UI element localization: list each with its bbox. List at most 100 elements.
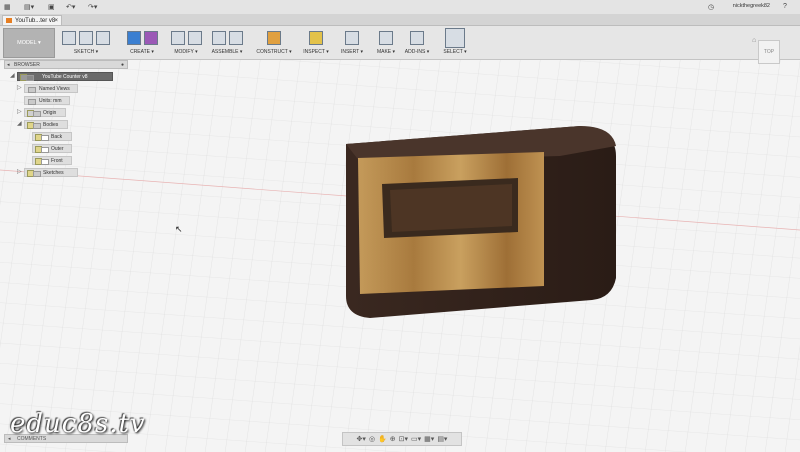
ribbon-group-make[interactable]: MAKE ▾: [373, 28, 399, 58]
workspace-switcher[interactable]: MODEL ▾: [3, 28, 55, 58]
body-icon: [41, 147, 49, 153]
redo-icon[interactable]: ↷▾: [88, 3, 97, 11]
create-label: CREATE: [130, 49, 150, 55]
3d-print-icon: [379, 31, 393, 45]
assemble-label: ASSEMBLE: [211, 49, 239, 55]
document-tab[interactable]: YouTub...ter v8 ×: [2, 15, 62, 25]
document-tab-label: YouTub...ter v8: [15, 18, 56, 24]
zoom-icon[interactable]: ⊕: [390, 435, 396, 443]
display-settings-icon[interactable]: ▭▾: [411, 435, 421, 443]
ribbon-group-select[interactable]: SELECT ▾: [441, 28, 469, 58]
application-bar: ▦ ▤▾ ▣ ↶▾ ↷▾ ◷ nickthegreek82 ?: [0, 0, 800, 15]
expand-sketches-icon[interactable]: ▷: [17, 168, 22, 175]
view-cube-face-label: TOP: [763, 49, 775, 55]
tree-item-label: Units: mm: [39, 98, 62, 104]
tree-item-label: Front: [51, 158, 63, 164]
pan-icon[interactable]: ✋: [378, 435, 387, 443]
body-icon: [41, 135, 49, 141]
model-enclosure[interactable]: [346, 126, 616, 318]
workspace-label: MODEL: [17, 40, 37, 46]
ribbon-group-sketch[interactable]: SKETCH ▾: [60, 28, 112, 58]
clock-icon[interactable]: ◷: [708, 3, 714, 11]
orbit-icon[interactable]: ✥▾: [357, 435, 366, 443]
make-label: MAKE: [376, 49, 392, 55]
sketch-icon: [62, 31, 76, 45]
tree-item-label: Origin: [43, 110, 57, 116]
tree-item-label: Sketches: [43, 170, 64, 176]
tree-item-label: Back: [51, 134, 63, 140]
new-component-icon: [211, 31, 226, 45]
grid-settings-icon[interactable]: ▦▾: [424, 435, 434, 443]
fit-icon[interactable]: ⊡▾: [399, 435, 408, 443]
select-label: SELECT: [443, 49, 463, 55]
app-grid-icon[interactable]: ▦: [4, 3, 11, 11]
display-window-inner: [390, 184, 512, 232]
help-icon[interactable]: ?: [783, 3, 787, 10]
create-form-icon: [143, 31, 158, 45]
sketch-label: SKETCH: [73, 49, 95, 55]
save-icon[interactable]: ▣: [48, 3, 55, 11]
select-cursor-icon: [445, 28, 465, 48]
document-icon: [6, 18, 12, 23]
home-view-icon[interactable]: ⌂: [752, 37, 756, 44]
file-menu-icon[interactable]: ▤▾: [24, 3, 34, 11]
tree-item-bodies[interactable]: Bodies: [24, 120, 68, 129]
add-ins-label: ADD-INS: [404, 49, 426, 55]
folder-icon: [33, 123, 41, 129]
tree-item-label: Bodies: [43, 122, 59, 128]
ribbon-group-modify[interactable]: MODIFY ▾: [168, 28, 204, 58]
ribbon-toolbar: MODEL ▾ SKETCH ▾ CREATE ▾ MODIFY ▾ ASSEM…: [0, 26, 800, 60]
look-at-icon[interactable]: ◎: [369, 435, 375, 443]
view-cube[interactable]: TOP: [758, 40, 780, 64]
ribbon-group-create[interactable]: CREATE ▾: [122, 28, 162, 58]
measure-icon: [309, 31, 323, 45]
tree-item-named-views[interactable]: Named Views: [24, 84, 78, 93]
pin-icon[interactable]: ●: [121, 61, 124, 70]
insert-label: INSERT: [340, 49, 360, 55]
close-tab-icon[interactable]: ×: [54, 16, 58, 26]
expand-named-views-icon[interactable]: ▷: [17, 84, 22, 91]
press-pull-icon: [170, 31, 185, 45]
modify-label: MODIFY: [174, 49, 194, 55]
undo-icon[interactable]: ↶▾: [66, 3, 75, 11]
line-icon: [79, 31, 93, 45]
fillet-icon: [187, 31, 202, 45]
ribbon-group-add-ins[interactable]: ADD-INS ▾: [403, 28, 431, 58]
tree-item-label: Outer: [51, 146, 64, 152]
navigation-toolbar: ✥▾ ◎ ✋ ⊕ ⊡▾ ▭▾ ▦▾ ▤▾: [342, 432, 462, 446]
tree-root-document[interactable]: YouTube Counter v8: [17, 72, 113, 81]
tree-item-units[interactable]: Units: mm: [24, 96, 70, 105]
tree-item-origin[interactable]: Origin: [24, 108, 66, 117]
user-account[interactable]: nickthegreek82: [733, 3, 770, 9]
tree-item-body-back[interactable]: Back: [32, 132, 72, 141]
browser-title: BROWSER: [14, 62, 40, 68]
document-tab-bar: YouTub...ter v8 ×: [0, 14, 800, 26]
collapse-bodies-icon[interactable]: ◢: [17, 120, 22, 127]
folder-icon: [33, 171, 41, 177]
expand-origin-icon[interactable]: ▷: [17, 108, 22, 115]
watermark: educ8s.tv: [10, 409, 146, 439]
ribbon-group-insert[interactable]: INSERT ▾: [337, 28, 367, 58]
tree-item-sketches[interactable]: Sketches: [24, 168, 78, 177]
insert-image-icon: [345, 31, 359, 45]
tree-item-body-front[interactable]: Front: [32, 156, 72, 165]
tree-item-label: Named Views: [39, 86, 70, 92]
ribbon-group-assemble[interactable]: ASSEMBLE ▾: [206, 28, 248, 58]
body-icon: [41, 159, 49, 165]
ribbon-group-construct[interactable]: CONSTRUCT ▾: [252, 28, 296, 58]
inspect-label: INSPECT: [303, 49, 325, 55]
design-canvas[interactable]: [0, 60, 800, 452]
rectangle-icon: [96, 31, 110, 45]
folder-icon: [33, 111, 41, 117]
browser-panel-header[interactable]: ◂ BROWSER ●: [4, 60, 128, 69]
mouse-cursor-icon: ↖: [175, 224, 183, 234]
joint-icon: [228, 31, 243, 45]
expand-root-icon[interactable]: ◢: [10, 72, 15, 79]
tree-item-body-outer[interactable]: Outer: [32, 144, 72, 153]
extrude-icon: [126, 31, 141, 45]
ribbon-group-inspect[interactable]: INSPECT ▾: [300, 28, 332, 58]
viewports-icon[interactable]: ▤▾: [437, 435, 447, 443]
folder-icon: [28, 87, 36, 93]
collapse-browser-icon[interactable]: ◂: [7, 61, 10, 70]
tree-root-label: YouTube Counter v8: [42, 74, 88, 80]
